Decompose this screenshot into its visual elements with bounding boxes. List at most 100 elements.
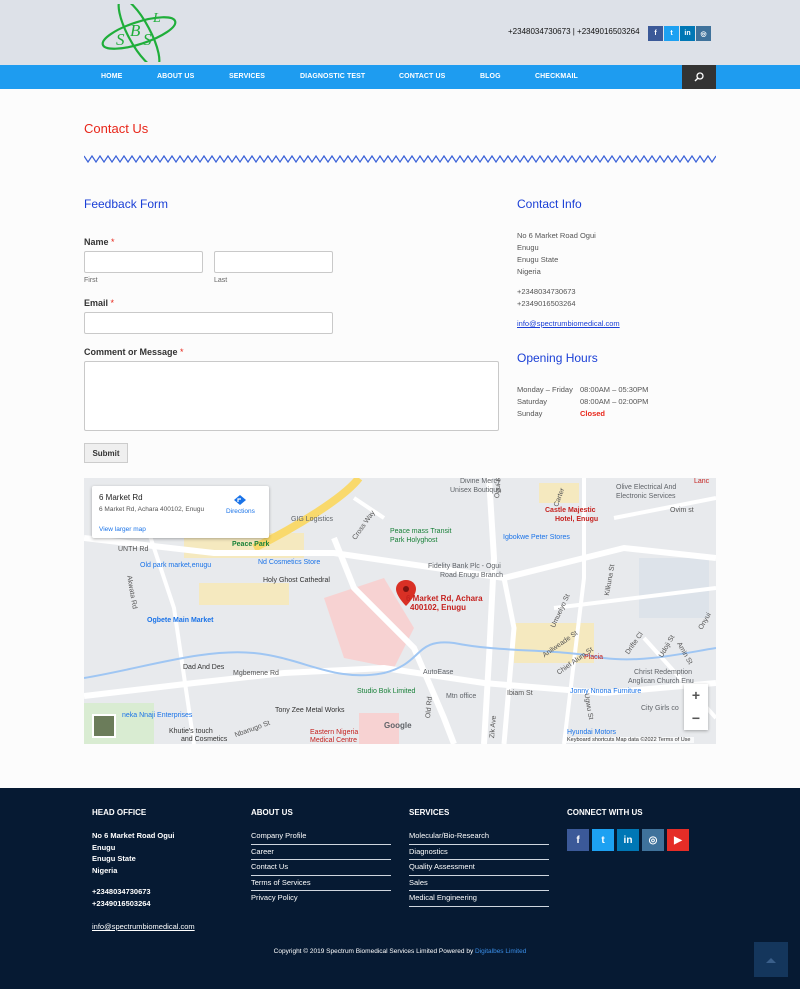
address-line: No 6 Market Road Ogui: [517, 231, 596, 240]
footer-phone-line: +2349016503264: [92, 898, 151, 908]
top-bar: S B S L +2348034730673 | +2349016503264 …: [0, 0, 800, 65]
google-logo: Google: [384, 721, 412, 730]
footer-phones: +2348034730673 +2349016503264: [92, 886, 151, 909]
map-attribution[interactable]: Keyboard shortcuts Map data ©2022 Terms …: [564, 737, 694, 743]
email-label: Email *: [84, 298, 114, 308]
map-place: Igbokwe Peter Stores: [503, 534, 570, 541]
footer-link-contact-us[interactable]: Contact Us: [251, 860, 391, 876]
logo-letter-l: L: [152, 11, 161, 26]
footer-link-sales[interactable]: Sales: [409, 876, 549, 891]
last-sublabel: Last: [214, 277, 228, 284]
contact-info-heading: Contact Info: [517, 197, 582, 211]
directions-icon[interactable]: [233, 494, 247, 506]
logo-letter-s1: S: [116, 30, 125, 49]
footer-link-privacy[interactable]: Privacy Policy: [251, 891, 391, 907]
map-road: UNTH Rd: [118, 546, 149, 553]
powered-by-link[interactable]: Digitalbes Limited: [475, 948, 526, 955]
hours-day: Sunday: [517, 409, 543, 418]
footer-link-quality[interactable]: Quality Assessment: [409, 860, 549, 876]
search-icon: [694, 72, 704, 82]
footer-about-list: Company Profile Career Contact Us Terms …: [251, 829, 391, 907]
footer-link-diagnostics[interactable]: Diagnostics: [409, 845, 549, 860]
nav-blog[interactable]: BLOG: [480, 73, 501, 80]
map-place: Peace Park: [232, 541, 270, 548]
embedded-map[interactable]: GIG Logistics Peace mass Transit Park Ho…: [84, 478, 716, 744]
map-pin-label: 400102, Enugu: [410, 603, 467, 612]
first-name-input[interactable]: [84, 251, 203, 273]
satellite-toggle[interactable]: [92, 714, 116, 738]
contact-email-link[interactable]: info@spectrumbiomedical.com: [517, 319, 620, 328]
facebook-icon[interactable]: f: [648, 26, 663, 41]
twitter-icon[interactable]: t: [664, 26, 679, 41]
footer-link-terms[interactable]: Terms of Services: [251, 876, 391, 891]
map-place: Medical Centre: [310, 737, 358, 744]
contact-phones: +2348034730673 +2349016503264: [517, 286, 576, 310]
map-road: Ibiam St: [507, 690, 533, 697]
map-card-address: 6 Market Rd, Achara 400102, Enugu: [99, 506, 205, 513]
nav-services[interactable]: SERVICES: [229, 73, 265, 80]
linkedin-icon[interactable]: in: [680, 26, 695, 41]
submit-button[interactable]: Submit: [84, 443, 128, 463]
back-to-top-button[interactable]: [754, 942, 788, 977]
message-textarea[interactable]: [84, 361, 499, 431]
logo-letter-s2: S: [143, 30, 152, 49]
footer-connect-heading: CONNECT WITH US: [567, 808, 643, 817]
last-name-input[interactable]: [214, 251, 333, 273]
logo[interactable]: S B S L: [96, 4, 182, 62]
address-line: Enugu: [517, 243, 539, 252]
facebook-icon[interactable]: f: [567, 829, 589, 851]
footer-link-company-profile[interactable]: Company Profile: [251, 829, 391, 845]
zoom-in-button[interactable]: +: [684, 684, 708, 707]
nav-diagnostic-test[interactable]: DIAGNOSTIC TEST: [300, 73, 365, 80]
map-place: Castle Majestic: [545, 507, 596, 514]
map-place: neka Nnaji Enterprises: [122, 712, 193, 719]
email-label-text: Email: [84, 298, 109, 308]
footer-link-medical-engineering[interactable]: Medical Engineering: [409, 891, 549, 907]
map-place: Road Enugu Branch: [440, 572, 504, 579]
footer-address-line: No 6 Market Road Ogui: [92, 831, 175, 840]
footer-address-line: Enugu: [92, 842, 116, 852]
map-place: Hotel, Enugu: [555, 516, 599, 523]
name-label: Name *: [84, 237, 115, 247]
map-road: Mgbemene Rd: [233, 670, 279, 677]
required-mark: *: [111, 237, 115, 247]
footer-email-link[interactable]: info@spectrumbiomedical.com: [92, 922, 195, 931]
view-larger-map-link[interactable]: View larger map: [99, 526, 146, 533]
linkedin-icon[interactable]: in: [617, 829, 639, 851]
nav-contact-us[interactable]: CONTACT US: [399, 73, 445, 80]
zoom-out-button[interactable]: −: [684, 707, 708, 730]
map-place: Studio Bok Limited: [357, 688, 416, 695]
copyright-text: Copyright © 2019 Spectrum Biomedical Ser…: [273, 948, 474, 955]
map-place: Hyundai Motors: [567, 729, 617, 736]
copyright: Copyright © 2019 Spectrum Biomedical Ser…: [0, 948, 800, 955]
footer-link-career[interactable]: Career: [251, 845, 391, 860]
youtube-icon[interactable]: ▶: [667, 829, 689, 851]
nav-about-us[interactable]: ABOUT US: [157, 73, 194, 80]
instagram-icon[interactable]: ◎: [642, 829, 664, 851]
required-mark: *: [110, 298, 115, 308]
footer-services-heading: SERVICES: [409, 808, 450, 817]
hours-time: 08:00AM – 02:00PM: [580, 397, 649, 406]
address-line: Nigeria: [517, 267, 541, 276]
footer-link-molecular[interactable]: Molecular/Bio-Research: [409, 829, 549, 845]
nav-home[interactable]: HOME: [101, 73, 122, 80]
first-sublabel: First: [84, 277, 98, 284]
nav-checkmail[interactable]: CHECKMAIL: [535, 73, 578, 80]
search-button[interactable]: [682, 65, 716, 89]
map-place: Olive Electrical And: [616, 484, 677, 491]
zigzag-divider: [84, 154, 716, 164]
footer-about-heading: ABOUT US: [251, 808, 293, 817]
message-label: Comment or Message *: [84, 347, 184, 357]
message-label-text: Comment or Message: [84, 347, 178, 357]
map-place: Tony Zee Metal Works: [275, 707, 345, 714]
phone-line: +2348034730673: [517, 287, 576, 296]
map-place: AutoEase: [423, 669, 454, 676]
directions-link[interactable]: Directions: [226, 508, 255, 515]
map-place: Fidelity Bank Plc - Ogui: [428, 563, 501, 570]
email-input[interactable]: [84, 312, 333, 334]
map-place: Ogbete Main Market: [147, 617, 214, 624]
instagram-icon[interactable]: ◎: [696, 26, 711, 41]
contact-email: info@spectrumbiomedical.com: [517, 318, 620, 330]
twitter-icon[interactable]: t: [592, 829, 614, 851]
name-label-text: Name: [84, 237, 109, 247]
